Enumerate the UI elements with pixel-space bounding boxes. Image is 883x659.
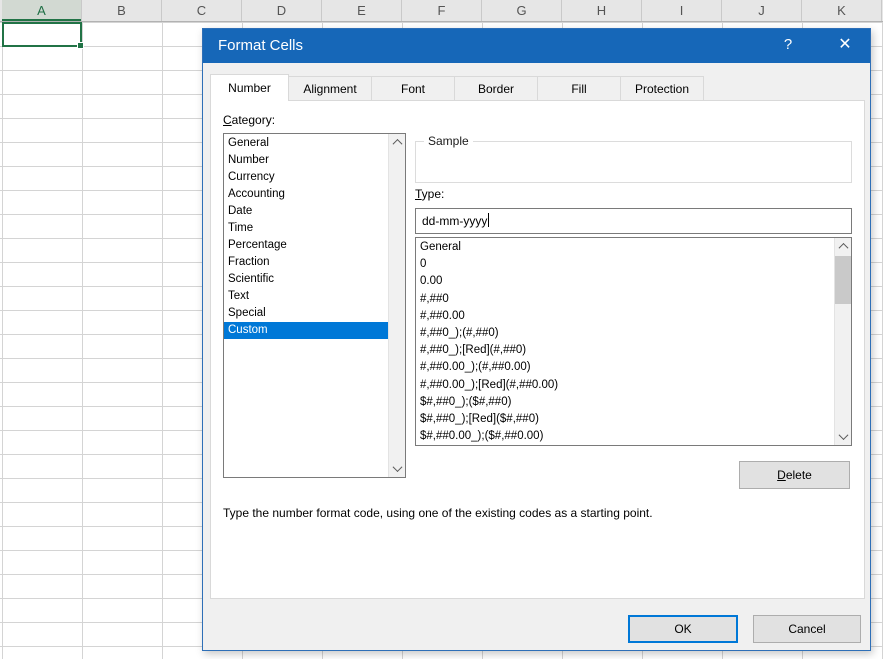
category-item-fraction[interactable]: Fraction: [224, 254, 388, 271]
delete-button[interactable]: Delete: [739, 461, 850, 489]
tab-number[interactable]: Number: [210, 74, 289, 101]
tab-strip: Number Alignment Font Border Fill Protec…: [210, 74, 703, 101]
category-scrollbar[interactable]: [388, 134, 405, 477]
tab-border[interactable]: Border: [454, 76, 538, 101]
chevron-up-icon: [392, 139, 402, 149]
sample-label: Sample: [424, 134, 473, 148]
column-header-f[interactable]: F: [402, 0, 482, 21]
format-code-item[interactable]: 0.00: [416, 273, 834, 290]
format-code-item[interactable]: $#,##0.00_);($#,##0.00): [416, 428, 834, 445]
format-code-item[interactable]: 0: [416, 256, 834, 273]
scroll-down-button[interactable]: [389, 460, 405, 477]
type-input-value: dd-mm-yyyy: [422, 214, 487, 228]
format-code-item[interactable]: #,##0_);(#,##0): [416, 325, 834, 342]
format-code-item[interactable]: #,##0.00_);(#,##0.00): [416, 359, 834, 376]
column-header-g[interactable]: G: [482, 0, 562, 21]
format-code-items: General 0 0.00 #,##0 #,##0.00 #,##0_);(#…: [416, 239, 834, 445]
scroll-down-button[interactable]: [835, 428, 851, 445]
category-label: Category:: [223, 113, 275, 127]
category-item-special[interactable]: Special: [224, 305, 388, 322]
category-item-general[interactable]: General: [224, 135, 388, 152]
category-item-number[interactable]: Number: [224, 152, 388, 169]
format-codes-scrollbar[interactable]: [834, 238, 851, 445]
category-item-percentage[interactable]: Percentage: [224, 237, 388, 254]
column-header-b[interactable]: B: [82, 0, 162, 21]
category-item-custom[interactable]: Custom: [224, 322, 388, 339]
scroll-up-button[interactable]: [835, 238, 851, 255]
format-code-item[interactable]: $#,##0_);($#,##0): [416, 394, 834, 411]
category-items: General Number Currency Accounting Date …: [224, 135, 388, 339]
tab-font[interactable]: Font: [371, 76, 455, 101]
cancel-button[interactable]: Cancel: [753, 615, 861, 643]
help-text: Type the number format code, using one o…: [223, 506, 853, 520]
format-code-item[interactable]: #,##0.00_);[Red](#,##0.00): [416, 377, 834, 394]
format-code-item[interactable]: #,##0: [416, 291, 834, 308]
column-headers: A B C D E F G H I J K: [0, 0, 883, 22]
chevron-down-icon: [838, 430, 848, 440]
sample-groupbox: Sample: [415, 141, 852, 183]
dialog-close-button[interactable]: ✕: [825, 29, 865, 63]
category-listbox[interactable]: General Number Currency Accounting Date …: [223, 133, 406, 478]
chevron-down-icon: [392, 462, 402, 472]
format-codes-listbox[interactable]: General 0 0.00 #,##0 #,##0.00 #,##0_);(#…: [415, 237, 852, 446]
cancel-button-label: Cancel: [754, 622, 860, 636]
column-header-e[interactable]: E: [322, 0, 402, 21]
dialog-titlebar[interactable]: Format Cells ? ✕: [203, 29, 870, 63]
type-input[interactable]: dd-mm-yyyy: [415, 208, 852, 234]
category-item-date[interactable]: Date: [224, 203, 388, 220]
format-code-item[interactable]: $#,##0_);[Red]($#,##0): [416, 411, 834, 428]
column-header-d[interactable]: D: [242, 0, 322, 21]
format-code-item[interactable]: #,##0.00: [416, 308, 834, 325]
column-header-k[interactable]: K: [802, 0, 882, 21]
fill-handle[interactable]: [77, 42, 84, 49]
category-item-scientific[interactable]: Scientific: [224, 271, 388, 288]
column-header-a[interactable]: A: [2, 0, 82, 21]
type-label: Type:: [415, 187, 444, 201]
dialog-help-button[interactable]: ?: [768, 29, 808, 63]
number-tab-panel: Category: General Number Currency Accoun…: [210, 100, 865, 599]
format-code-item[interactable]: General: [416, 239, 834, 256]
delete-button-label: Delete: [740, 468, 849, 482]
column-header-h[interactable]: H: [562, 0, 642, 21]
category-item-time[interactable]: Time: [224, 220, 388, 237]
scroll-up-button[interactable]: [389, 134, 405, 151]
column-header-j[interactable]: J: [722, 0, 802, 21]
category-item-currency[interactable]: Currency: [224, 169, 388, 186]
column-header-c[interactable]: C: [162, 0, 242, 21]
ok-button[interactable]: OK: [628, 615, 738, 643]
tab-fill[interactable]: Fill: [537, 76, 621, 101]
text-caret: [488, 213, 489, 227]
dialog-title: Format Cells: [218, 29, 303, 63]
ok-button-label: OK: [630, 622, 736, 636]
tab-protection[interactable]: Protection: [620, 76, 704, 101]
format-code-item[interactable]: #,##0_);[Red](#,##0): [416, 342, 834, 359]
selected-cell-a1[interactable]: [2, 22, 82, 47]
format-cells-dialog: Format Cells ? ✕ Number Alignment Font B…: [202, 28, 871, 651]
category-item-accounting[interactable]: Accounting: [224, 186, 388, 203]
scrollbar-thumb[interactable]: [835, 256, 851, 304]
screen: { "spreadsheet": { "columns": ["A", "B",…: [0, 0, 883, 659]
tab-alignment[interactable]: Alignment: [288, 76, 372, 101]
column-header-i[interactable]: I: [642, 0, 722, 21]
category-item-text[interactable]: Text: [224, 288, 388, 305]
chevron-up-icon: [838, 243, 848, 253]
